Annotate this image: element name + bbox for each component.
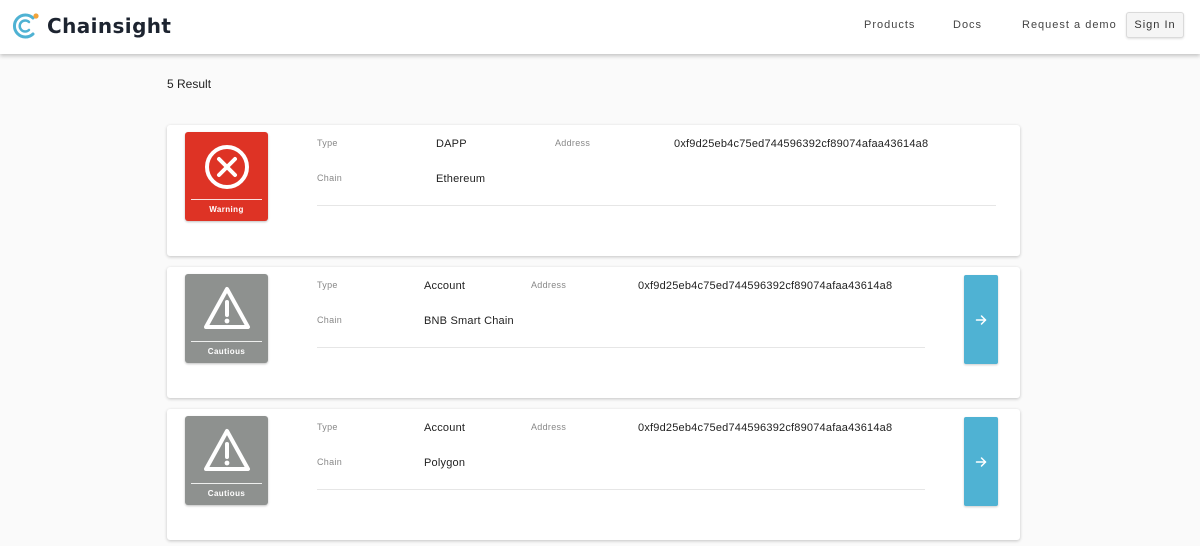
chain-value: Ethereum bbox=[436, 173, 486, 185]
badge-label: Cautious bbox=[207, 347, 246, 356]
address-value: 0xf9d25eb4c75ed744596392cf89074afaa43614… bbox=[638, 280, 893, 292]
card-divider bbox=[317, 205, 996, 206]
arrow-right-icon bbox=[975, 314, 987, 325]
nav-products[interactable]: Products bbox=[864, 19, 915, 31]
type-value: Account bbox=[424, 280, 466, 292]
warning-triangle-icon bbox=[204, 287, 250, 329]
result-count: 5 Result bbox=[167, 77, 212, 91]
nav-docs[interactable]: Docs bbox=[953, 19, 982, 31]
address-label: Address bbox=[531, 422, 567, 432]
chain-label: Chain bbox=[317, 173, 343, 183]
badge-divider bbox=[191, 483, 262, 484]
badge-divider bbox=[191, 341, 262, 342]
badge-divider bbox=[191, 199, 262, 200]
risk-badge-warning: Warning bbox=[185, 132, 268, 221]
top-navbar: Chainsight Products Docs Request a demo … bbox=[0, 0, 1200, 54]
address-value: 0xf9d25eb4c75ed744596392cf89074afaa43614… bbox=[638, 422, 893, 434]
risk-badge-cautious: Cautious bbox=[185, 416, 268, 505]
badge-label: Warning bbox=[209, 205, 244, 214]
arrow-right-icon bbox=[975, 456, 987, 467]
brand-name: Chainsight bbox=[47, 14, 172, 38]
chain-label: Chain bbox=[317, 457, 343, 467]
card-divider bbox=[317, 489, 925, 490]
chain-label: Chain bbox=[317, 315, 343, 325]
badge-label: Cautious bbox=[207, 489, 246, 498]
type-value: DAPP bbox=[436, 138, 467, 150]
chain-value: Polygon bbox=[424, 457, 466, 469]
address-value: 0xf9d25eb4c75ed744596392cf89074afaa43614… bbox=[674, 138, 929, 150]
address-label: Address bbox=[531, 280, 567, 290]
type-label: Type bbox=[317, 280, 338, 290]
result-card[interactable]: Cautious Type Account Address 0xf9d25eb4… bbox=[167, 267, 1020, 398]
risk-badge-cautious: Cautious bbox=[185, 274, 268, 363]
result-card[interactable]: Cautious Type Account Address 0xf9d25eb4… bbox=[167, 409, 1020, 540]
chain-value: BNB Smart Chain bbox=[424, 315, 514, 327]
card-divider bbox=[317, 347, 925, 348]
sign-in-button[interactable]: Sign In bbox=[1126, 12, 1184, 38]
brand-logo[interactable]: Chainsight bbox=[11, 11, 171, 41]
chainsight-logo-icon bbox=[13, 13, 39, 39]
x-circle-icon bbox=[205, 145, 249, 189]
result-card[interactable]: Warning Type DAPP Address 0xf9d25eb4c75e… bbox=[167, 125, 1020, 256]
address-label: Address bbox=[555, 138, 591, 148]
type-label: Type bbox=[317, 422, 338, 432]
nav-request-demo[interactable]: Request a demo bbox=[1022, 19, 1117, 31]
view-details-button[interactable] bbox=[964, 417, 998, 506]
warning-triangle-icon bbox=[204, 429, 250, 471]
view-details-button[interactable] bbox=[964, 275, 998, 364]
type-label: Type bbox=[317, 138, 338, 148]
type-value: Account bbox=[424, 422, 466, 434]
